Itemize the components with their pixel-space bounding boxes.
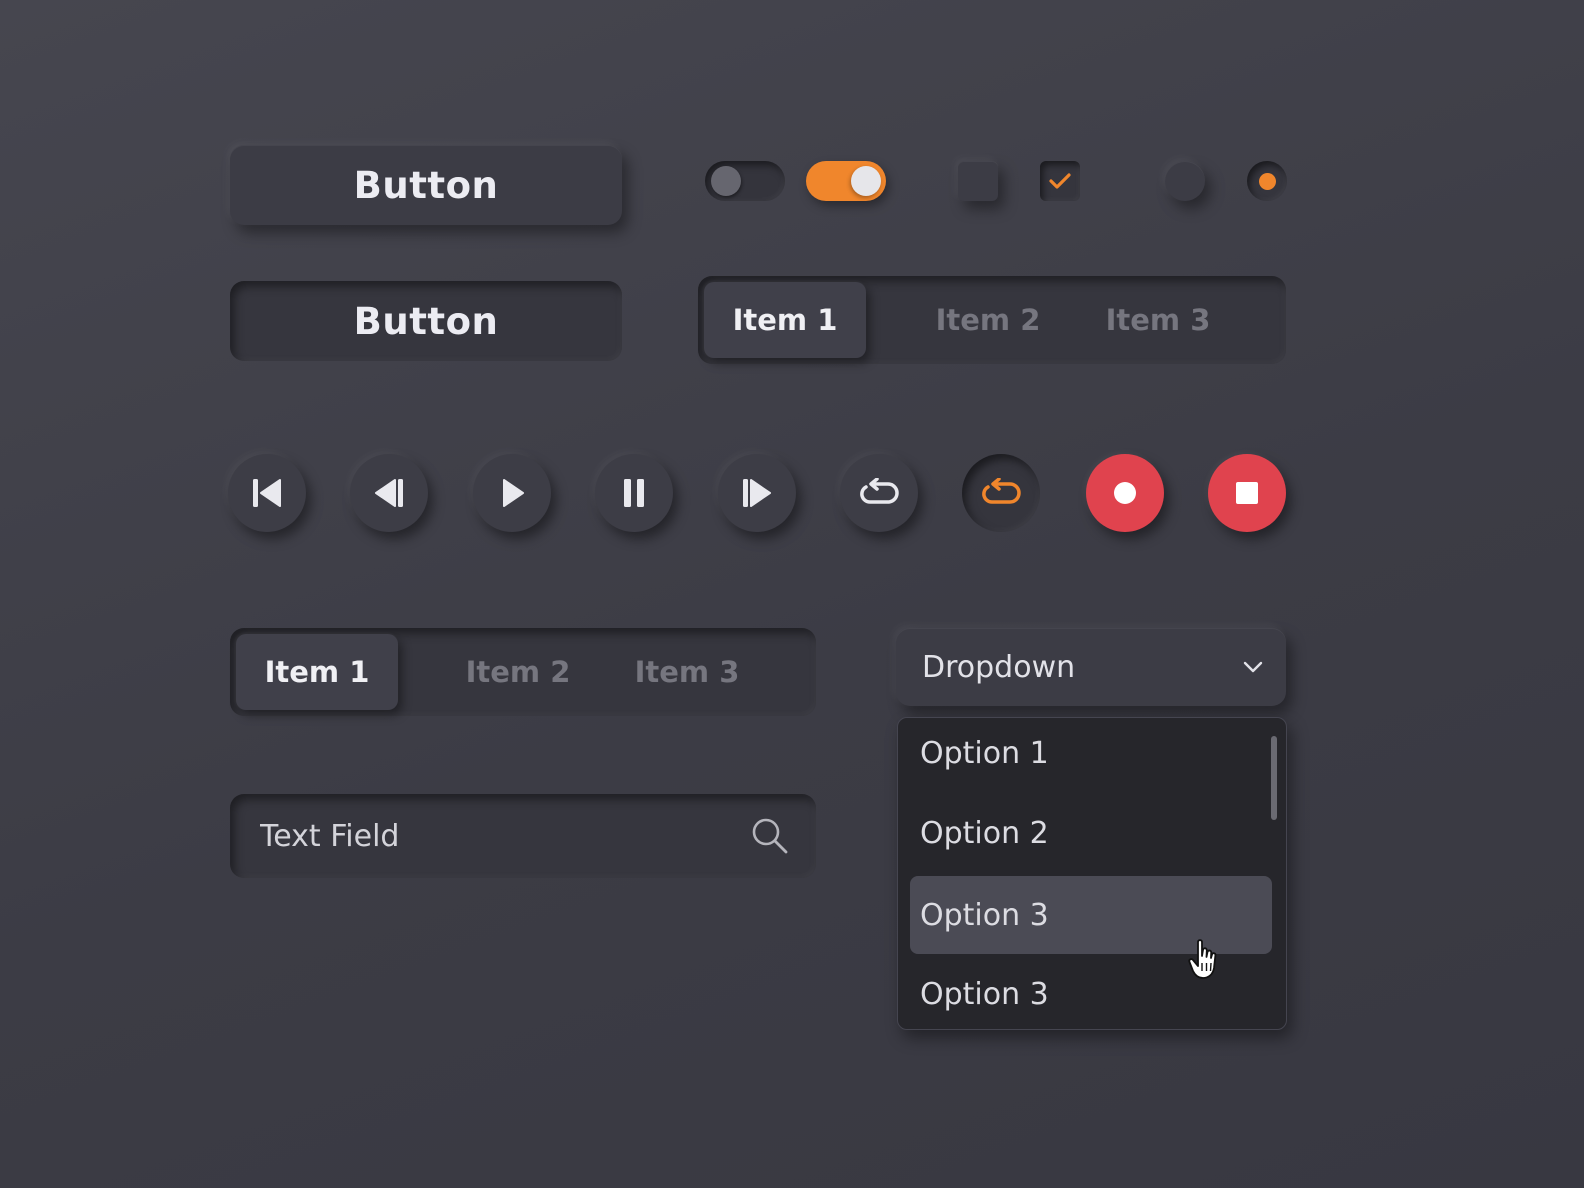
secondary-button-label: Button: [353, 299, 499, 343]
record-icon: [1114, 482, 1136, 504]
search-input[interactable]: [258, 817, 702, 855]
primary-button-label: Button: [353, 163, 499, 207]
stop-button[interactable]: [1208, 454, 1286, 532]
toggle-knob: [711, 166, 741, 196]
checkbox-unchecked[interactable]: [958, 161, 998, 201]
segmented-control-top: Item 1 Item 2 Item 3: [698, 276, 1286, 364]
segment-item-3[interactable]: Item 3: [1088, 276, 1228, 364]
play-button[interactable]: [473, 454, 551, 532]
segment-label: Item 2: [935, 303, 1041, 337]
segment-label: Item 3: [634, 655, 740, 689]
dropdown-list: Option 1 Option 2 Option 3 Option 3: [897, 717, 1287, 1030]
step-forward-button[interactable]: [718, 454, 796, 532]
play-icon: [503, 479, 524, 507]
secondary-button[interactable]: Button: [230, 281, 622, 361]
stop-icon: [1236, 482, 1258, 504]
segment-item-3[interactable]: Item 3: [617, 628, 757, 716]
option-label: Option 3: [920, 976, 1049, 1012]
dropdown[interactable]: Dropdown: [896, 628, 1286, 706]
step-back-icon: [375, 479, 403, 507]
repeat-active-icon: [982, 478, 1021, 504]
dropdown-option-1[interactable]: Option 1: [910, 714, 1272, 792]
option-label: Option 2: [920, 815, 1049, 851]
pause-icon: [624, 479, 644, 507]
search-field[interactable]: [230, 794, 816, 878]
search-icon[interactable]: [750, 816, 790, 856]
radio-unselected[interactable]: [1165, 161, 1205, 201]
skip-to-start-button[interactable]: [228, 454, 306, 532]
segment-label: Item 2: [465, 655, 571, 689]
segment-item-2[interactable]: Item 2: [448, 628, 588, 716]
repeat-button[interactable]: [840, 454, 918, 532]
repeat-icon: [860, 478, 899, 504]
repeat-active-button[interactable]: [962, 454, 1040, 532]
segmented-control-bottom: Item 1 Item 2 Item 3: [230, 628, 816, 716]
radio-selected[interactable]: [1247, 161, 1287, 201]
checkbox-checked[interactable]: [1040, 161, 1080, 201]
checkmark-icon: [1049, 173, 1071, 189]
segment-item-2[interactable]: Item 2: [918, 276, 1058, 364]
toggle-knob: [851, 166, 881, 196]
segment-label: Item 1: [264, 655, 370, 689]
segment-item-1[interactable]: Item 1: [236, 634, 398, 710]
segment-label: Item 3: [1105, 303, 1211, 337]
primary-button[interactable]: Button: [230, 145, 622, 225]
toggle-on[interactable]: [806, 161, 886, 201]
step-back-button[interactable]: [350, 454, 428, 532]
step-forward-icon: [743, 479, 771, 507]
segment-label: Item 1: [732, 303, 838, 337]
hand-cursor-icon: [1188, 939, 1217, 979]
dropdown-label: Dropdown: [922, 649, 1076, 685]
dropdown-option-2[interactable]: Option 2: [910, 794, 1272, 872]
option-label: Option 3: [920, 897, 1049, 933]
option-label: Option 1: [920, 735, 1049, 771]
chevron-down-icon: [1243, 661, 1263, 673]
record-button[interactable]: [1086, 454, 1164, 532]
pause-button[interactable]: [595, 454, 673, 532]
radio-dot: [1258, 172, 1276, 190]
skip-to-start-icon: [253, 479, 281, 507]
toggle-off[interactable]: [705, 161, 785, 201]
scrollbar-thumb[interactable]: [1271, 736, 1277, 820]
segment-item-1[interactable]: Item 1: [704, 282, 866, 358]
